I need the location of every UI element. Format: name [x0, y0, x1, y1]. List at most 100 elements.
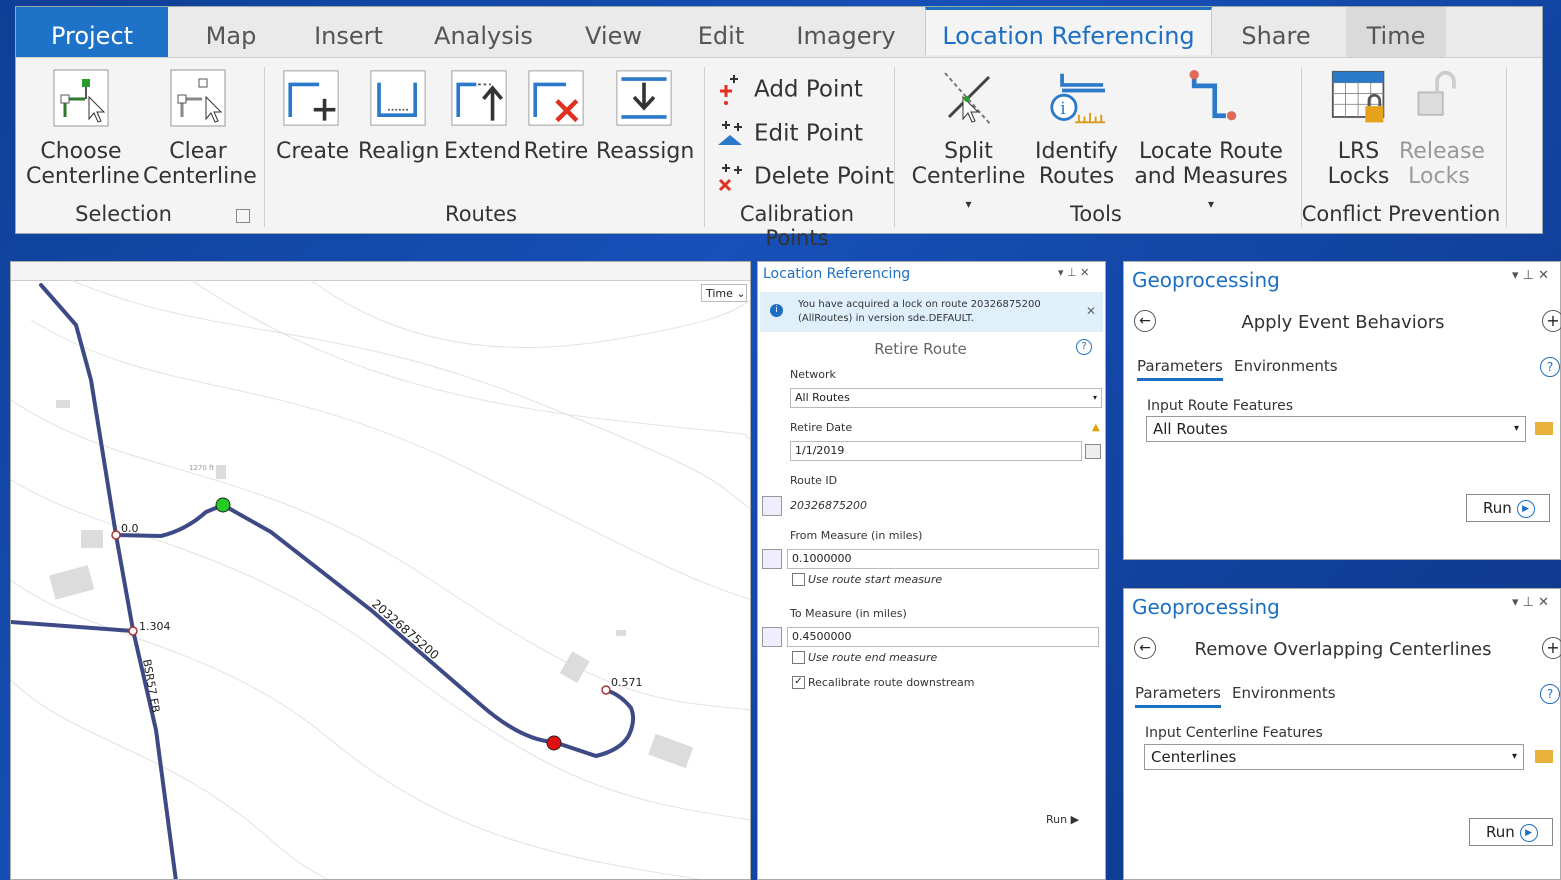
delete-point-button[interactable]: Delete Point: [716, 162, 894, 192]
warning-icon: ▲: [1092, 422, 1100, 433]
measure-label: 0.571: [611, 676, 643, 689]
to-measure-input[interactable]: 0.4500000: [787, 627, 1099, 647]
tab-location-referencing[interactable]: Location Referencing: [925, 7, 1212, 55]
add-point-icon: [720, 75, 738, 105]
from-measure-input[interactable]: 0.1000000: [787, 549, 1099, 569]
recalibrate-checkbox[interactable]: ✓: [792, 676, 805, 689]
release-locks-button[interactable]: Release Locks: [1399, 69, 1485, 189]
pane-controls[interactable]: ▾ ⊥ ✕: [1058, 266, 1089, 279]
retire-label: Retire: [523, 139, 589, 164]
recalibrate-label: Recalibrate route downstream: [808, 676, 975, 689]
start-point-marker[interactable]: [215, 497, 231, 513]
tab-share[interactable]: Share: [1221, 7, 1331, 57]
add-point-label: Add Point: [754, 76, 863, 103]
calendar-icon[interactable]: [1085, 444, 1101, 459]
create-route-button[interactable]: Create: [276, 69, 349, 164]
close-icon[interactable]: ✕: [1086, 304, 1096, 318]
split-label: Split: [944, 139, 993, 164]
contour-label: 1270 ft: [189, 464, 214, 472]
realign-route-icon: [370, 70, 426, 126]
clear-centerline-button[interactable]: Clear Centerline: [143, 69, 257, 189]
retire-route-button[interactable]: Retire: [521, 69, 591, 164]
pane-controls[interactable]: ▾ ⊥ ✕: [1512, 595, 1549, 610]
input-route-dropdown[interactable]: All Routes ▾: [1146, 416, 1526, 442]
clear-label: Clear: [169, 139, 227, 164]
edit-point-button[interactable]: Edit Point: [716, 119, 863, 149]
help-icon[interactable]: ?: [1540, 357, 1560, 377]
pane-controls[interactable]: ▾ ⊥ ✕: [1512, 268, 1549, 283]
split-label-2: Centerline ▾: [911, 164, 1026, 211]
lrs-label: LRS: [1337, 139, 1380, 164]
building-footprints: [49, 400, 694, 769]
edit-point-icon: [718, 121, 742, 145]
ribbon-separator: [264, 67, 265, 227]
realign-route-button[interactable]: Realign: [358, 69, 440, 164]
tab-parameters[interactable]: Parameters: [1137, 357, 1223, 381]
tab-view[interactable]: View: [571, 7, 656, 57]
to-measure-label: To Measure (in miles): [790, 607, 907, 620]
help-icon[interactable]: ?: [1540, 684, 1560, 704]
measure-point[interactable]: [601, 685, 611, 695]
use-start-checkbox[interactable]: [792, 573, 805, 586]
measure-point[interactable]: [111, 530, 121, 540]
measure-point[interactable]: [128, 626, 138, 636]
select-route-icon[interactable]: [762, 496, 782, 516]
help-icon[interactable]: ?: [1076, 339, 1092, 355]
tab-environments[interactable]: Environments: [1234, 357, 1338, 375]
input-centerline-dropdown[interactable]: Centerlines ▾: [1144, 744, 1524, 770]
tab-insert[interactable]: Insert: [301, 7, 396, 57]
route-id-value: 20326875200: [790, 499, 867, 512]
use-start-label: Use route start measure: [808, 573, 943, 586]
ribbon-tab-bar: Project Map Insert Analysis View Edit Im…: [16, 7, 1542, 58]
end-point-marker[interactable]: [546, 735, 562, 751]
add-icon[interactable]: +: [1542, 310, 1561, 332]
tab-project[interactable]: Project: [16, 7, 168, 57]
choose-label: Choose: [40, 139, 122, 164]
retire-route-icon: [528, 70, 584, 126]
map-canvas: 1270 ft 0.0 1.304 0.571 20326875200 BSR5…: [11, 280, 750, 879]
release-label: Release: [1399, 139, 1485, 164]
tab-map[interactable]: Map: [186, 7, 276, 57]
pane-title: Location Referencing: [763, 266, 911, 282]
map-view[interactable]: Time ⌄ 1270 ft 0.0 1.304 0.571 203268752…: [10, 261, 751, 880]
folder-icon[interactable]: [1535, 750, 1553, 763]
choose-centerline-icon: [53, 69, 109, 127]
tab-edit[interactable]: Edit: [681, 7, 761, 57]
retire-date-input[interactable]: 1/1/2019: [790, 441, 1082, 461]
create-route-icon: [283, 70, 339, 126]
lock-message: You have acquired a lock on route 203268…: [798, 298, 1041, 326]
locate-route-button[interactable]: Locate Route and Measures ▾: [1131, 69, 1291, 217]
select-to-icon[interactable]: [762, 627, 782, 647]
from-measure-label: From Measure (in miles): [790, 529, 923, 542]
tab-imagery[interactable]: Imagery: [786, 7, 906, 57]
route-lines: [11, 283, 636, 879]
tab-parameters[interactable]: Parameters: [1135, 684, 1221, 708]
identify-routes-button[interactable]: i Identify Routes: [1034, 69, 1119, 189]
folder-icon[interactable]: [1535, 422, 1553, 435]
geoprocessing-pane-1: Geoprocessing ▾ ⊥ ✕ ← Apply Event Behavi…: [1123, 261, 1561, 560]
gp-tool-name: Apply Event Behaviors: [1241, 312, 1445, 333]
tab-time[interactable]: Time: [1346, 7, 1446, 57]
lrs-locks-button[interactable]: LRS Locks: [1316, 69, 1401, 189]
dialog-launcher-icon[interactable]: [236, 209, 250, 223]
add-icon[interactable]: +: [1542, 637, 1561, 659]
split-centerline-button[interactable]: Split Centerline ▾: [906, 69, 1031, 217]
lrs-label-2: Locks: [1327, 164, 1390, 189]
map-header-bar: [11, 262, 750, 281]
run-button[interactable]: Run ▶: [1046, 813, 1079, 826]
extend-label: Extend: [444, 139, 521, 164]
realign-label: Realign: [358, 139, 440, 164]
run-button[interactable]: Run ▶: [1466, 494, 1550, 522]
run-button[interactable]: Run ▶: [1469, 818, 1553, 846]
select-from-icon[interactable]: [762, 549, 782, 569]
reassign-route-button[interactable]: Reassign: [596, 69, 694, 164]
use-end-checkbox[interactable]: [792, 651, 805, 664]
add-point-button[interactable]: Add Point: [716, 75, 863, 105]
tab-analysis[interactable]: Analysis: [426, 7, 541, 57]
network-dropdown[interactable]: All Routes ▾: [790, 388, 1102, 408]
tab-environments[interactable]: Environments: [1232, 684, 1336, 702]
ribbon-separator: [1506, 67, 1507, 227]
extend-route-button[interactable]: Extend: [444, 69, 521, 164]
tools-group-label: Tools: [1070, 202, 1122, 226]
choose-centerline-button[interactable]: Choose Centerline: [26, 69, 140, 189]
